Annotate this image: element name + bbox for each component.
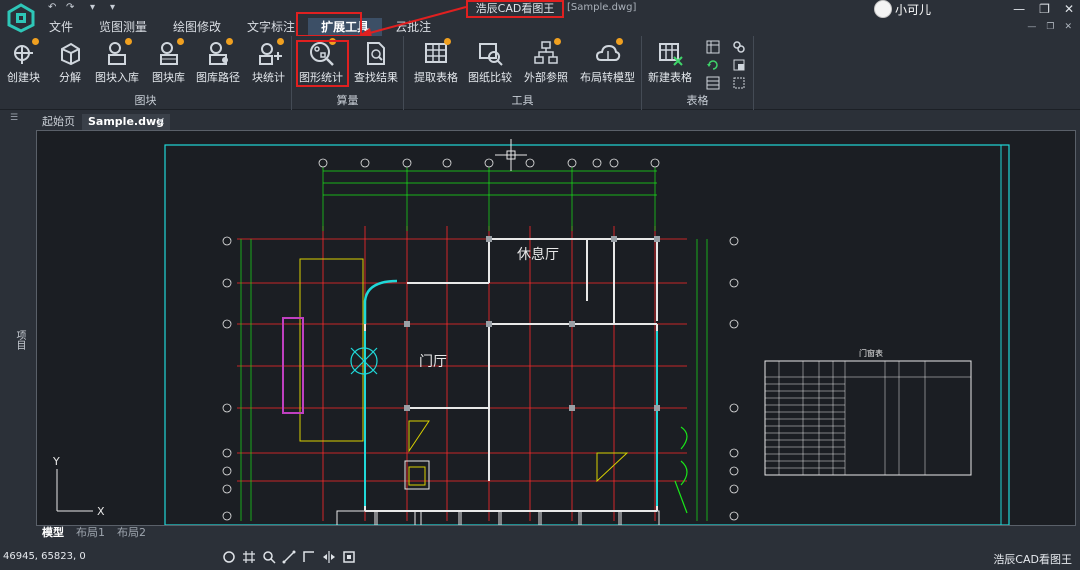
close-button[interactable]: ✕ (1064, 2, 1074, 16)
ucs-y-label: Y (52, 455, 60, 468)
highlight-box-shape-statistics (296, 40, 349, 87)
quick-access-more-icon[interactable]: ▾ (90, 2, 95, 13)
table-insert-icon[interactable] (706, 40, 720, 54)
new-table-icon (659, 43, 683, 66)
status-bar: 46945, 65823, 0 浩辰CAD看图王 (0, 548, 1080, 570)
top-dimensions (322, 167, 657, 231)
find-results-button[interactable]: 查找结果 (354, 40, 398, 85)
mirror-icon[interactable] (322, 550, 336, 564)
document-window-controls: — ❐ ✕ (1027, 22, 1072, 32)
cad-drawing[interactable]: 休息厅 门厅 门窗表 Y X (37, 131, 1076, 526)
table-export-icon[interactable] (706, 76, 720, 90)
user-profile[interactable]: 小可儿 (874, 0, 931, 18)
new-table-button[interactable]: 新建表格 (648, 40, 692, 85)
entrance-ramp (674, 480, 688, 514)
side-dimensions (240, 239, 708, 521)
cad-viewer-app: ↶ ↷ ▾ ▾ 文件 览图测量 绘图修改 文字标注 扩展工具 云批注 浩辰CAD… (0, 0, 1080, 570)
block-to-library-button[interactable]: 图块入库 (95, 38, 139, 85)
bottom-rooms (336, 510, 660, 525)
table-refresh-icon[interactable] (706, 58, 720, 72)
layout-tab-2[interactable]: 布局2 (111, 526, 152, 540)
ribbon-group-block: 创建块 分解 图块入库 图块库 图库路径 块统计 图块 (0, 36, 292, 110)
doc-minimize-button[interactable]: — (1027, 22, 1036, 32)
panel-toggle-icon[interactable]: ☰ (10, 113, 18, 123)
zoom-icon[interactable] (262, 550, 276, 564)
room-label-lobby: 门厅 (419, 354, 447, 370)
group-label-block: 图块 (134, 94, 157, 107)
doc-close-button[interactable]: ✕ (1064, 22, 1072, 32)
brand-label: 浩辰CAD看图王 (993, 553, 1072, 566)
measure-icon[interactable] (282, 550, 296, 564)
block-library-button[interactable]: 图块库 (152, 38, 185, 85)
minimize-button[interactable]: — (1013, 2, 1025, 16)
status-toggle-icons (222, 550, 356, 564)
stair-right (596, 452, 629, 483)
ribbon-group-table: 新建表格 表格 (642, 36, 754, 110)
link-icon[interactable] (732, 40, 746, 54)
right-side-doors (680, 426, 688, 486)
snap-icon[interactable] (222, 550, 236, 564)
schedule-title: 门窗表 (859, 348, 883, 358)
restore-button[interactable]: ❐ (1039, 2, 1050, 16)
library-path-button[interactable]: 图库路径 (196, 38, 240, 85)
annotation-arrow (358, 6, 467, 37)
ribbon: 创建块 分解 图块入库 图块库 图库路径 块统计 图块 图形统计 查找结果 算量… (0, 36, 1080, 110)
table-select-icon[interactable] (732, 76, 746, 90)
tab-start-page[interactable]: 起始页 (36, 114, 81, 130)
app-logo-icon (7, 3, 35, 33)
menu-file[interactable]: 文件 (36, 18, 86, 36)
explode-button[interactable]: 分解 (57, 40, 83, 85)
quick-access-dropdown-icon[interactable]: ▾ (110, 2, 115, 13)
layout-tabs: 模型 布局1 布局2 (36, 526, 152, 540)
top-axis-markers (318, 158, 660, 168)
drawing-canvas[interactable]: 休息厅 门厅 门窗表 Y X (36, 130, 1076, 526)
axis-grid (237, 226, 687, 521)
table-cell-icon[interactable] (732, 58, 746, 72)
group-label-quantity: 算量 (336, 94, 359, 107)
ucs-x-label: X (97, 505, 105, 518)
external-reference-button[interactable]: 外部参照 (524, 38, 568, 85)
elevator-car (408, 466, 426, 486)
door-window-schedule: 门窗表 (764, 348, 972, 476)
block-count-button[interactable]: 块统计 (252, 38, 285, 85)
avatar (874, 0, 892, 18)
ribbon-group-tools: 提取表格 图纸比较 外部参照 布局转模型 工具 (404, 36, 642, 110)
side-panel-label[interactable]: 项目 (12, 330, 27, 350)
layout-to-model-button[interactable]: 布局转模型 (580, 38, 635, 85)
document-tab-bar: ☰ 起始页 Sample.dwg ✕ (0, 110, 1080, 130)
redo-icon[interactable]: ↷ (66, 2, 74, 13)
explode-icon (61, 42, 80, 66)
window-controls: — ❐ ✕ (1013, 2, 1074, 16)
cursor-coordinates: 46945, 65823, 0 (3, 551, 86, 562)
fullscreen-icon[interactable] (342, 550, 356, 564)
grid-icon[interactable] (242, 550, 256, 564)
app-title: 浩辰CAD看图王 (466, 0, 564, 18)
group-label-table: 表格 (686, 94, 709, 107)
find-results-icon (367, 42, 385, 65)
drawing-frame (164, 144, 1010, 525)
drawing-compare-icon (479, 43, 503, 66)
undo-icon[interactable]: ↶ (48, 2, 56, 13)
ortho-icon[interactable] (302, 550, 316, 564)
highlight-box-menu (296, 12, 362, 37)
layout-tab-1[interactable]: 布局1 (70, 526, 111, 540)
group-label-tools: 工具 (511, 94, 534, 107)
extract-table-button[interactable]: 提取表格 (414, 38, 458, 85)
tab-close-icon[interactable]: ✕ (156, 115, 165, 128)
menu-draw-modify[interactable]: 绘图修改 (160, 18, 234, 36)
drawing-compare-button[interactable]: 图纸比较 (468, 40, 512, 85)
layout-tab-model[interactable]: 模型 (36, 526, 70, 540)
crosshair-cursor (495, 139, 527, 171)
curved-curtain-wall (363, 279, 398, 324)
create-block-button[interactable]: 创建块 (7, 38, 40, 85)
file-title: [Sample.dwg] (567, 2, 637, 13)
stair-left (408, 420, 430, 453)
room-label-lounge: 休息厅 (517, 246, 559, 263)
side-panel: 项目 (0, 130, 34, 548)
user-name: 小可儿 (895, 2, 932, 17)
title-bar: ↶ ↷ ▾ ▾ 文件 览图测量 绘图修改 文字标注 扩展工具 云批注 浩辰CAD… (0, 0, 1080, 37)
ucs-icon (56, 469, 93, 512)
menu-view-measure[interactable]: 览图测量 (86, 18, 160, 36)
doc-restore-button[interactable]: ❐ (1046, 22, 1054, 32)
